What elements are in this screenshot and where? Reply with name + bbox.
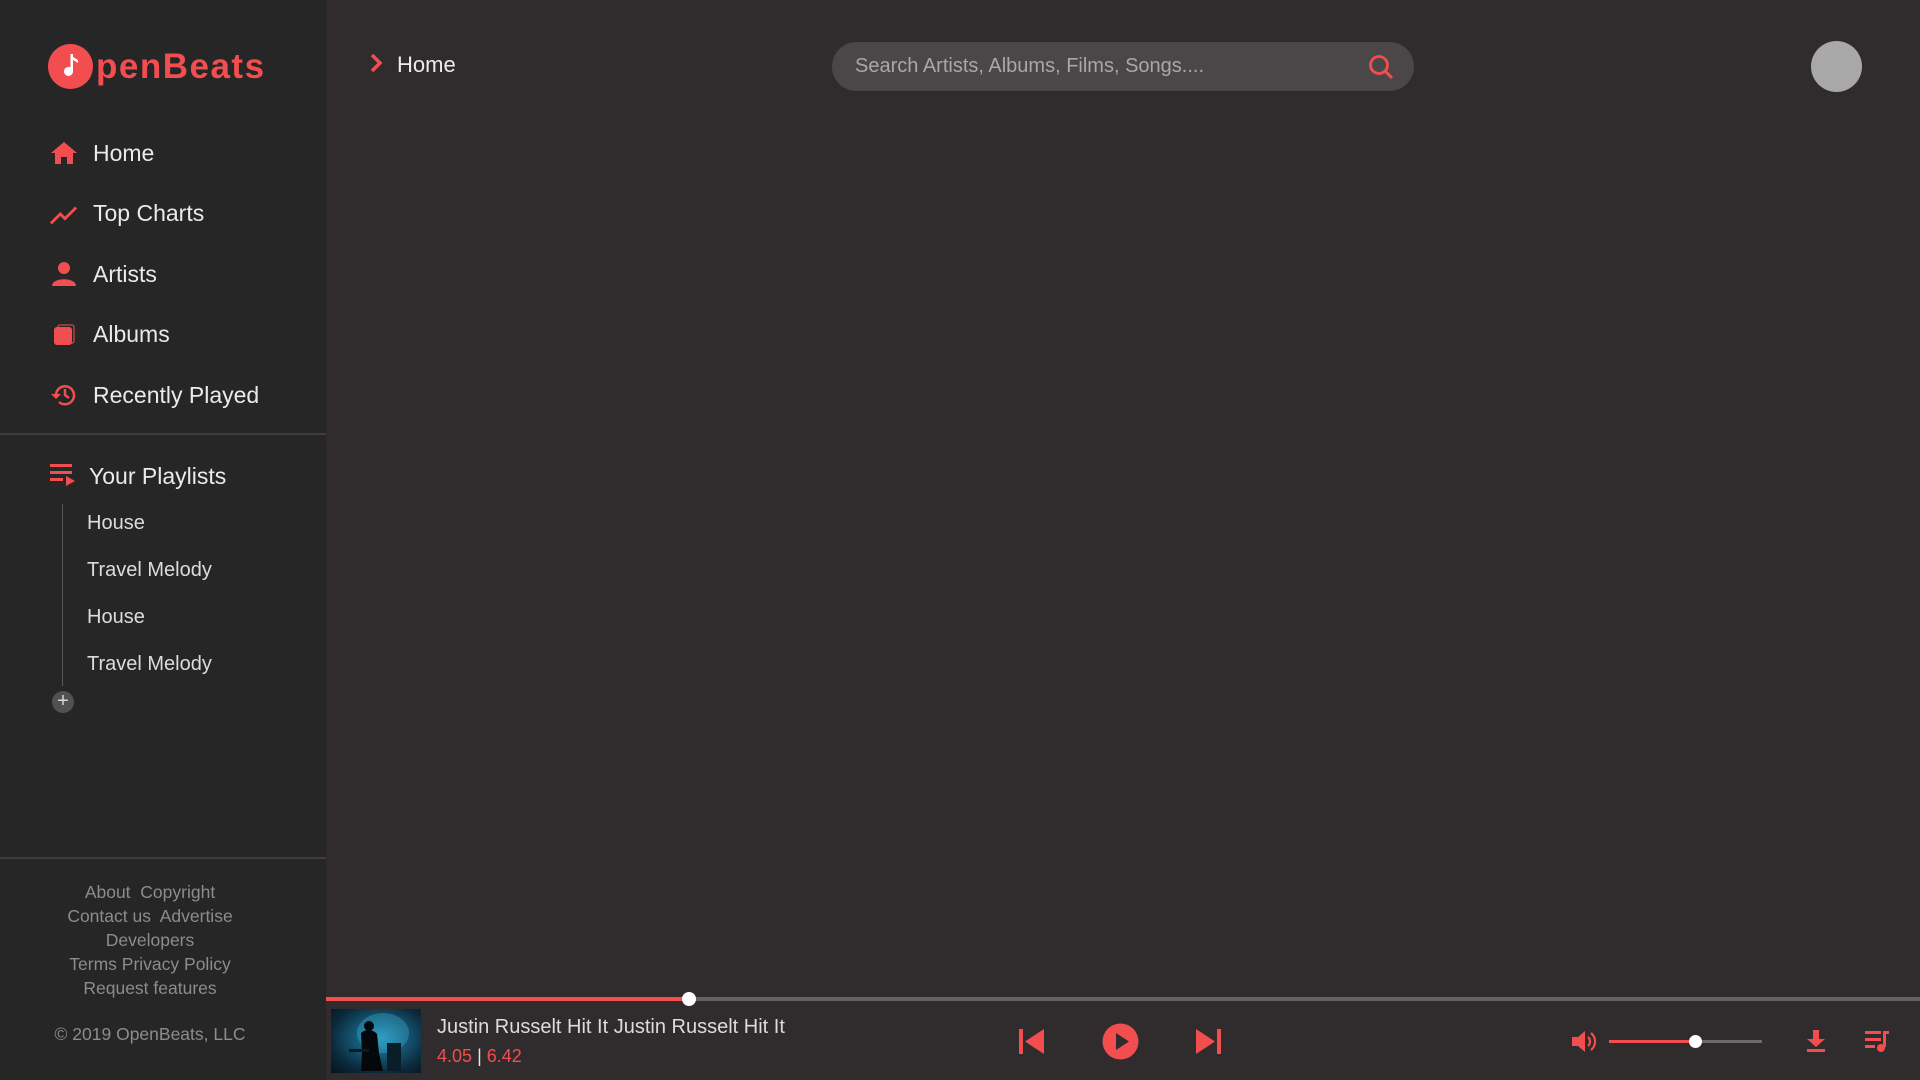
album-icon [50,321,78,349]
sidebar-item-label: Recently Played [93,381,260,408]
volume-fill [1609,1040,1695,1043]
history-icon [50,381,78,409]
volume-slider[interactable] [1609,1035,1762,1048]
sidebar-nav: Home Top Charts Artists Albums Recently … [50,133,259,436]
sidebar-divider [0,433,326,435]
current-time: 4.05 [437,1046,473,1066]
search-bar [832,42,1414,91]
logo-music-icon [48,44,93,89]
sidebar-item-label: Top Charts [93,200,205,226]
sidebar-item-label: Artists [93,260,157,287]
breadcrumb-current[interactable]: Home [397,52,456,78]
track-time: 4.05 | 6.42 [437,1046,522,1067]
copyright-text: © 2019 OpenBeats, LLC [54,1024,246,1044]
footer-link-request-features[interactable]: Request features [83,978,216,998]
footer-links: About Copyright Contact us Advertise Dev… [0,880,300,1000]
previous-track-button[interactable] [1018,1028,1046,1060]
footer-link-terms[interactable]: Terms [69,954,117,974]
time-separator: | [477,1046,482,1066]
progress-fill [326,997,690,1001]
playlist-item[interactable]: House [63,598,262,645]
footer-link-advertise[interactable]: Advertise [160,906,233,926]
home-icon [50,139,78,167]
footer-link-developers[interactable]: Developers [106,930,195,950]
sidebar: penBeats Home Top Charts Artists Albums … [0,0,326,1080]
playlist-item[interactable]: Travel Melody [63,551,262,598]
sidebar-item-label: Albums [93,321,170,347]
total-time: 6.42 [486,1046,522,1066]
sidebar-footer-divider [0,857,326,859]
next-track-button[interactable] [1194,1028,1222,1060]
user-avatar[interactable] [1811,41,1862,92]
footer-link-privacy[interactable]: Privacy Policy [122,954,231,974]
playlist-list: House Travel Melody House Travel Melody [62,504,262,686]
download-icon [1807,1030,1825,1052]
play-button[interactable] [1102,1023,1139,1065]
skip-next-icon [1196,1029,1221,1054]
album-cover[interactable] [331,1009,421,1073]
logo[interactable]: penBeats [48,44,266,89]
footer-link-copyright[interactable]: Copyright [140,882,215,902]
playlist-item[interactable]: House [63,504,262,551]
search-input[interactable] [855,42,1355,91]
playlist-icon [50,462,76,491]
volume-handle[interactable] [1688,1035,1702,1048]
playlists-title: Your Playlists [89,463,227,489]
queue-button[interactable] [1864,1028,1890,1059]
person-icon [50,260,78,288]
progress-handle[interactable] [682,992,697,1006]
download-button[interactable] [1806,1029,1826,1058]
logo-text-rest: penBeats [96,46,266,86]
search-icon[interactable] [1368,54,1394,85]
footer-link-contact[interactable]: Contact us [67,906,151,926]
volume-icon [1572,1031,1597,1052]
add-playlist-button[interactable]: + [52,691,74,713]
playback-progress-bar[interactable] [326,992,1920,1006]
playlist-item[interactable]: Travel Melody [63,645,262,692]
play-icon [1102,1023,1139,1060]
trending-icon [50,200,78,228]
sidebar-item-home[interactable]: Home [50,133,259,173]
chevron-right-icon [370,53,383,78]
sidebar-item-label: Home [93,139,155,166]
sidebar-item-recently-played[interactable]: Recently Played [50,375,259,415]
sidebar-item-artists[interactable]: Artists [50,254,259,294]
sidebar-item-albums[interactable]: Albums [50,315,259,355]
skip-previous-icon [1019,1029,1044,1054]
logo-text: penBeats [96,47,266,87]
your-playlists-heading[interactable]: Your Playlists [50,462,226,491]
volume-button[interactable] [1571,1029,1599,1059]
queue-music-icon [1865,1031,1889,1052]
track-title: Justin Russelt Hit It Justin Russelt Hit… [437,1016,785,1038]
sidebar-item-top-charts[interactable]: Top Charts [50,194,259,234]
footer-link-about[interactable]: About [85,882,131,902]
breadcrumb: Home [370,52,456,78]
